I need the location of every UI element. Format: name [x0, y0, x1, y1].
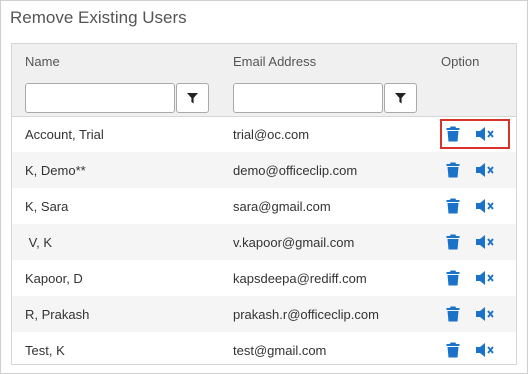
user-email: prakash.r@officeclip.com — [233, 307, 379, 322]
table-row: K, Demo** demo@officeclip.com — [12, 152, 516, 188]
email-filter-button[interactable] — [384, 83, 417, 113]
remove-users-panel: Remove Existing Users Name Email Address… — [0, 0, 528, 374]
user-name: Account, Trial — [25, 127, 104, 142]
speaker-mute-icon[interactable] — [476, 198, 496, 214]
table-row: Test, K test@gmail.com — [12, 332, 516, 368]
user-email: v.kapoor@gmail.com — [233, 235, 355, 250]
email-filter-input[interactable] — [233, 83, 383, 113]
trash-icon[interactable] — [446, 306, 460, 322]
user-name: Kapoor, D — [25, 271, 83, 286]
user-name: Test, K — [25, 343, 65, 358]
filter-icon — [395, 92, 406, 103]
grid-body: Account, Trial trial@oc.com K, Demo** de… — [12, 116, 516, 368]
table-row: V, K v.kapoor@gmail.com — [12, 224, 516, 260]
speaker-mute-icon[interactable] — [476, 342, 496, 358]
user-email: sara@gmail.com — [233, 199, 331, 214]
speaker-mute-icon[interactable] — [476, 306, 496, 322]
table-row: Kapoor, D kapsdeepa@rediff.com — [12, 260, 516, 296]
trash-icon[interactable] — [446, 342, 460, 358]
column-header-email[interactable]: Email Address — [233, 54, 316, 69]
highlight-box — [440, 119, 510, 149]
name-filter-input[interactable] — [25, 83, 175, 113]
speaker-mute-icon[interactable] — [476, 270, 496, 286]
user-email: trial@oc.com — [233, 127, 310, 142]
trash-icon[interactable] — [446, 198, 460, 214]
filter-icon — [187, 92, 198, 103]
speaker-mute-icon[interactable] — [476, 234, 496, 250]
user-email: kapsdeepa@rediff.com — [233, 271, 367, 286]
speaker-mute-icon[interactable] — [476, 162, 496, 178]
column-header-option: Option — [441, 54, 480, 69]
user-name: K, Demo** — [25, 163, 86, 178]
user-name: K, Sara — [25, 199, 69, 214]
user-name: R, Prakash — [25, 307, 90, 322]
user-name: V, K — [25, 235, 52, 250]
table-row: R, Prakash prakash.r@officeclip.com — [12, 296, 516, 332]
trash-icon[interactable] — [446, 234, 460, 250]
grid-header: Name Email Address Option — [12, 44, 516, 117]
panel-title: Remove Existing Users — [10, 8, 187, 27]
user-email: demo@officeclip.com — [233, 163, 358, 178]
trash-icon[interactable] — [446, 270, 460, 286]
column-header-name[interactable]: Name — [25, 54, 60, 69]
user-email: test@gmail.com — [233, 343, 327, 358]
table-row: Account, Trial trial@oc.com — [12, 116, 516, 152]
name-filter-button[interactable] — [176, 83, 209, 113]
table-row: K, Sara sara@gmail.com — [12, 188, 516, 224]
trash-icon[interactable] — [446, 162, 460, 178]
users-grid: Name Email Address Option Account, Trial… — [11, 43, 517, 365]
